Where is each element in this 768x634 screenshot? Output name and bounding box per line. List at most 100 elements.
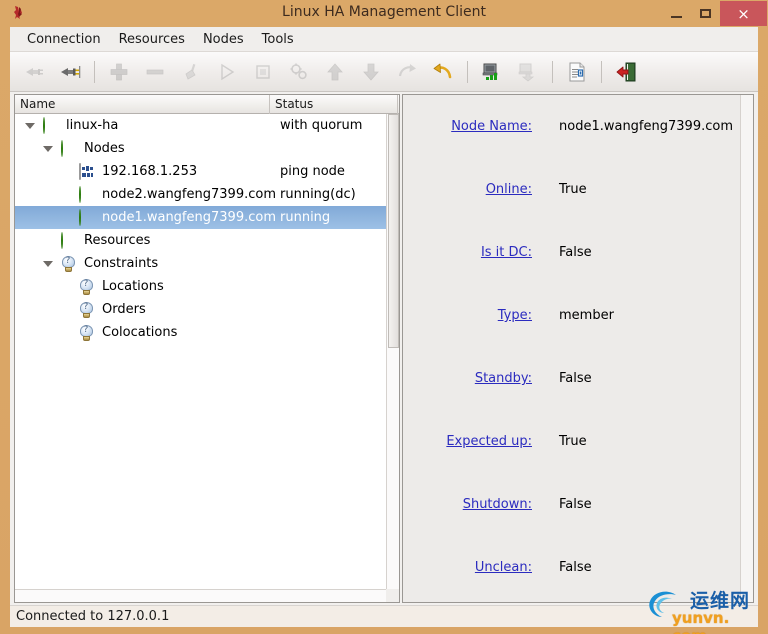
detail-label-shutdown[interactable]: Shutdown: — [403, 497, 532, 512]
detail-label-type[interactable]: Type: — [403, 308, 532, 323]
tree-item-label: Constraints — [84, 256, 159, 271]
tree-item-label: linux-ha — [66, 118, 119, 133]
tree-item-resources[interactable]: Resources — [15, 229, 399, 252]
tree-item-constraints[interactable]: ? Constraints — [15, 252, 399, 275]
detail-is-it-dc: Is it DC: False — [403, 245, 740, 265]
detail-label-is-it-dc[interactable]: Is it DC: — [403, 245, 532, 260]
tree-item-nodes[interactable]: Nodes — [15, 137, 399, 160]
menu-resources[interactable]: Resources — [110, 30, 194, 49]
window-title: Linux HA Management Client — [282, 4, 486, 20]
detail-label-unclean[interactable]: Unclean: — [403, 560, 532, 575]
move-up-button[interactable] — [320, 57, 350, 87]
tree-item-label: node2.wangfeng7399.com — [102, 187, 276, 202]
menu-tools[interactable]: Tools — [253, 30, 303, 49]
detail-type: Type: member — [403, 308, 740, 328]
status-bar: Connected to 127.0.0.1 — [10, 605, 758, 627]
expander-toggle-nodes[interactable] — [41, 142, 55, 156]
tree-item-linux-ha[interactable]: linux-ha with quorum — [15, 114, 399, 137]
add-button[interactable] — [104, 57, 134, 87]
stop-button[interactable] — [248, 57, 278, 87]
expander-toggle-linux-ha[interactable] — [23, 119, 37, 133]
ping-node-icon — [79, 162, 95, 180]
details-vertical-scrollbar[interactable] — [740, 95, 753, 602]
tree-item-locations[interactable]: ? Locations — [15, 275, 399, 298]
minimize-icon — [670, 15, 682, 18]
split-panes: Name Status linux-ha with quorum Nodes 1… — [10, 92, 758, 605]
green-ball-icon — [79, 185, 95, 203]
standby-node-button[interactable] — [477, 57, 507, 87]
cleanup-button[interactable] — [176, 57, 206, 87]
detail-value-standby: False — [559, 371, 592, 386]
migrate-button[interactable] — [392, 57, 422, 87]
node-details-panel: Node Name: node1.wangfeng7399.com Online… — [402, 94, 754, 603]
node-offline-button[interactable] — [513, 57, 543, 87]
toolbar-separator-1 — [94, 60, 95, 83]
move-down-button[interactable] — [356, 57, 386, 87]
view-cib-button[interactable] — [562, 57, 592, 87]
detail-node-name: Node Name: node1.wangfeng7399.com — [403, 119, 740, 139]
connect-button[interactable] — [19, 57, 49, 87]
tree-item-status: running(dc) — [280, 187, 356, 202]
tree-item-status: with quorum — [280, 118, 363, 133]
computer-offline-icon — [518, 63, 535, 82]
minimize-button[interactable] — [662, 0, 690, 27]
column-header-name[interactable]: Name — [15, 95, 270, 114]
bulb-icon: ? — [79, 301, 95, 318]
tree-item-colocations[interactable]: ? Colocations — [15, 321, 399, 344]
green-ball-icon — [43, 116, 59, 134]
tree-item-node1[interactable]: node1.wangfeng7399.com running — [15, 206, 399, 229]
disconnect-button[interactable] — [55, 57, 85, 87]
exit-door-icon — [616, 62, 636, 81]
tree-item-status: ping node — [280, 164, 345, 179]
maximize-button[interactable] — [690, 0, 720, 27]
detail-shutdown: Shutdown: False — [403, 497, 740, 517]
document-xml-icon — [569, 62, 585, 81]
tree-vertical-scrollbar[interactable] — [386, 114, 399, 589]
green-ball-icon — [61, 139, 77, 157]
tree-item-orders[interactable]: ? Orders — [15, 298, 399, 321]
detail-standby: Standby: False — [403, 371, 740, 391]
window-controls: × — [662, 0, 768, 27]
computer-online-icon — [482, 63, 498, 80]
arrow-curve-right-icon — [398, 63, 416, 76]
remove-button[interactable] — [140, 57, 170, 87]
bulb-icon: ? — [79, 324, 95, 341]
tree-item-label: Orders — [102, 302, 146, 317]
detail-label-node-name[interactable]: Node Name: — [403, 119, 532, 134]
start-button[interactable] — [212, 57, 242, 87]
exit-button[interactable] — [611, 57, 641, 87]
plus-icon — [110, 63, 128, 80]
menu-nodes[interactable]: Nodes — [194, 30, 253, 49]
column-header-status[interactable]: Status — [270, 95, 398, 114]
close-button[interactable]: × — [720, 1, 767, 26]
client-area: Connection Resources Nodes Tools Name St… — [10, 27, 758, 627]
gears-icon — [290, 63, 307, 79]
green-ball-icon — [61, 231, 77, 249]
plug-disconnect-icon — [61, 65, 81, 78]
toolbar-separator-3 — [552, 60, 553, 83]
expander-toggle-constraints[interactable] — [41, 257, 55, 271]
detail-label-online[interactable]: Online: — [403, 182, 532, 197]
arrow-up-icon — [327, 62, 343, 80]
detail-label-expected-up[interactable]: Expected up: — [403, 434, 532, 449]
toolbar-separator-2 — [467, 60, 468, 83]
detail-label-standby[interactable]: Standby: — [403, 371, 532, 386]
stop-square-icon — [256, 64, 270, 79]
tree-vertical-scrollbar-thumb[interactable] — [388, 114, 399, 348]
detail-unclean: Unclean: False — [403, 560, 740, 580]
plug-connect-icon — [26, 67, 43, 76]
tree-item-node2[interactable]: node2.wangfeng7399.com running(dc) — [15, 183, 399, 206]
undo-migrate-button[interactable] — [428, 57, 458, 87]
application-window: Linux HA Management Client × Connection … — [0, 0, 768, 634]
tree-column-headers: Name Status — [15, 95, 399, 114]
minus-icon — [146, 69, 164, 74]
manage-button[interactable] — [284, 57, 314, 87]
menu-connection[interactable]: Connection — [18, 30, 110, 49]
tree-horizontal-scrollbar[interactable] — [15, 589, 386, 602]
cluster-tree-panel: Name Status linux-ha with quorum Nodes 1… — [14, 94, 400, 603]
tree-item-ping-node[interactable]: 192.168.1.253 ping node — [15, 160, 399, 183]
tree-item-label: Nodes — [84, 141, 125, 156]
tree-item-label: Resources — [84, 233, 151, 248]
detail-value-node-name: node1.wangfeng7399.com — [559, 119, 733, 134]
detail-value-is-it-dc: False — [559, 245, 592, 260]
